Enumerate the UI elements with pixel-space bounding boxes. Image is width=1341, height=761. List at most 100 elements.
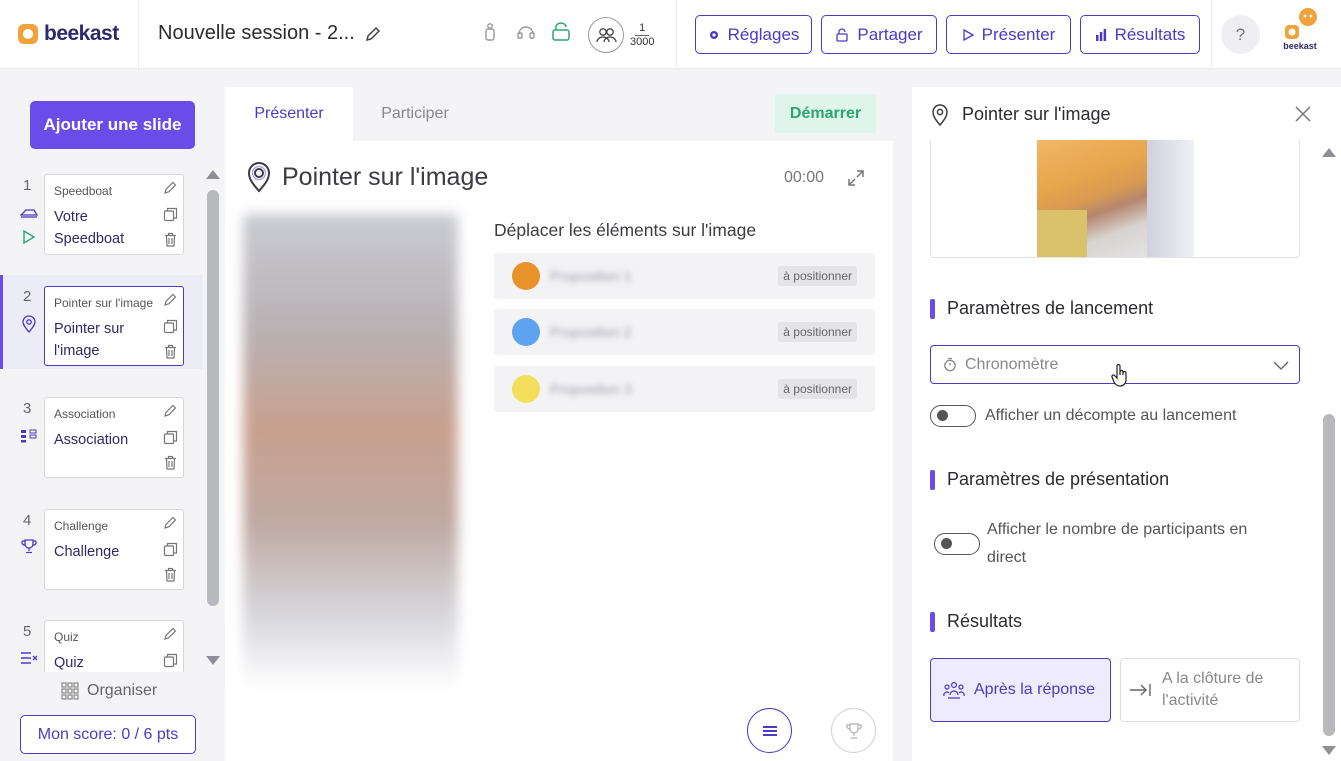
headset-icon[interactable] (516, 22, 536, 47)
slide-name: Association (54, 432, 129, 448)
image-preview-card[interactable] (930, 140, 1300, 258)
duplicate-slide-icon[interactable] (163, 319, 178, 339)
edit-title-pencil-icon[interactable] (364, 25, 382, 48)
delete-slide-icon[interactable] (163, 344, 178, 364)
after-answer-label: Après la réponse (974, 681, 1095, 698)
tab-participate[interactable]: Participer (353, 87, 477, 141)
results-on-close-button[interactable]: A la clôture de l'activité (1120, 658, 1300, 722)
item-status-badge: à positionner (778, 266, 857, 286)
close-icon[interactable] (1294, 105, 1312, 128)
hand-raise-icon[interactable] (483, 22, 497, 47)
item-label: Proposition 3 (550, 381, 632, 397)
slide-number: 4 (23, 512, 32, 529)
slide-card[interactable]: Speedboat Votre Speedboat (44, 174, 184, 255)
present-button[interactable]: Présenter (946, 15, 1071, 54)
duplicate-slide-icon[interactable] (163, 542, 178, 562)
scroll-up-arrow[interactable] (206, 170, 220, 179)
slide-item[interactable]: 5 Quiz Quiz (0, 616, 203, 672)
participants-count-toggle[interactable] (934, 533, 980, 555)
slide-kind: Pointer sur l'image (54, 296, 153, 310)
scroll-down-arrow[interactable] (206, 656, 220, 665)
edit-slide-icon[interactable] (163, 180, 178, 200)
user-avatar[interactable]: beekast (1276, 8, 1324, 56)
slide-item[interactable]: 4 Challenge Challenge (0, 505, 203, 593)
participants-max: 3000 (630, 35, 655, 48)
duplicate-slide-icon[interactable] (163, 207, 178, 227)
results-label: Résultats (1114, 24, 1186, 44)
item-label: Proposition 1 (550, 268, 632, 284)
on-close-label: A la clôture de l'activité (1162, 670, 1264, 709)
divider (1211, 0, 1212, 69)
participants-counter[interactable]: 1 3000 (588, 17, 654, 53)
slide-card[interactable]: Pointer sur l'image Pointer sur l'image (44, 286, 184, 366)
uploaded-image-thumbnail (1037, 140, 1194, 257)
slide-card[interactable]: Challenge Challenge (44, 509, 184, 590)
present-label: Présenter (981, 24, 1056, 44)
lock-icon (836, 27, 849, 42)
item-status-badge: à positionner (778, 322, 857, 342)
sidebar-scrollbar[interactable] (207, 190, 219, 606)
draggable-item[interactable]: Proposition 2 à positionner (494, 309, 875, 355)
session-title[interactable]: Nouvelle session - 2... (158, 22, 355, 45)
edit-slide-icon[interactable] (163, 515, 178, 535)
delete-slide-icon[interactable] (163, 567, 178, 587)
beekast-logo[interactable]: beekast (18, 22, 119, 46)
slide-card[interactable]: Association Association (44, 397, 184, 478)
slide-item[interactable]: 1 Speedboat Votre Speedboat (0, 170, 203, 258)
grid-icon (61, 682, 79, 700)
tab-present[interactable]: Présenter (225, 87, 353, 141)
share-button[interactable]: Partager (821, 15, 937, 54)
countdown-toggle[interactable] (930, 405, 976, 427)
trophy-icon (845, 722, 862, 739)
panel-scroll-up-arrow[interactable] (1322, 148, 1336, 157)
map-pin-icon (931, 104, 949, 131)
share-label: Partager (857, 24, 923, 44)
duplicate-slide-icon[interactable] (163, 430, 178, 450)
panel-title: Pointer sur l'image (962, 104, 1111, 124)
map-pin-icon (21, 315, 37, 338)
chevron-down-icon (1273, 358, 1289, 376)
slide-number: 5 (23, 623, 32, 640)
help-button[interactable]: ? (1221, 15, 1260, 54)
start-button[interactable]: Démarrer (775, 94, 876, 133)
duplicate-slide-icon[interactable] (163, 653, 178, 672)
trophy-icon (21, 538, 37, 559)
add-slide-button[interactable]: Ajouter une slide (30, 101, 195, 149)
results-after-answer-button[interactable]: Après la réponse (930, 658, 1111, 722)
leaderboard-button[interactable] (831, 708, 876, 753)
list-view-button[interactable] (747, 708, 792, 753)
results-button[interactable]: Résultats (1080, 15, 1200, 54)
slide-item-active[interactable]: 2 Pointer sur l'image Pointer sur l'imag… (0, 275, 203, 369)
edit-slide-icon[interactable] (163, 292, 178, 312)
score-button[interactable]: Mon score: 0 / 6 pts (20, 715, 196, 754)
expand-icon[interactable] (847, 169, 865, 192)
arrow-to-end-icon (1130, 684, 1151, 696)
participants-count-label: Afficher le nombre de participants en di… (987, 521, 1248, 566)
launch-settings-heading: Paramètres de lancement (930, 298, 1153, 319)
participants-icon (588, 17, 624, 53)
settings-button[interactable]: Réglages (695, 15, 812, 54)
draggable-item[interactable]: Proposition 3 à positionner (494, 366, 875, 412)
stopwatch-icon (943, 357, 957, 377)
preview-tabs: Présenter Participer Démarrer (225, 87, 893, 141)
organise-button[interactable]: Organiser (61, 682, 157, 700)
settings-label: Réglages (727, 24, 800, 44)
slide-preview-panel: Présenter Participer Démarrer Pointer su… (225, 87, 893, 761)
edit-slide-icon[interactable] (163, 626, 178, 646)
edit-slide-icon[interactable] (163, 403, 178, 423)
slide-name: Quiz (54, 655, 84, 671)
panel-scrollbar[interactable] (1323, 414, 1335, 736)
panel-scroll-down-arrow[interactable] (1322, 746, 1336, 755)
blurred-slide-image (243, 214, 458, 689)
delete-slide-icon[interactable] (163, 232, 178, 252)
slide-name: Challenge (54, 544, 120, 560)
logo-mark-icon (18, 24, 38, 44)
unlock-icon[interactable] (551, 22, 571, 47)
slide-item[interactable]: 3 Association Association (0, 393, 203, 481)
slide-card[interactable]: Quiz Quiz (44, 620, 184, 672)
logo-text: beekast (44, 22, 119, 45)
play-slide-icon[interactable] (22, 229, 36, 249)
divider (138, 0, 139, 69)
delete-slide-icon[interactable] (163, 455, 178, 475)
draggable-item[interactable]: Proposition 1 à positionner (494, 253, 875, 299)
